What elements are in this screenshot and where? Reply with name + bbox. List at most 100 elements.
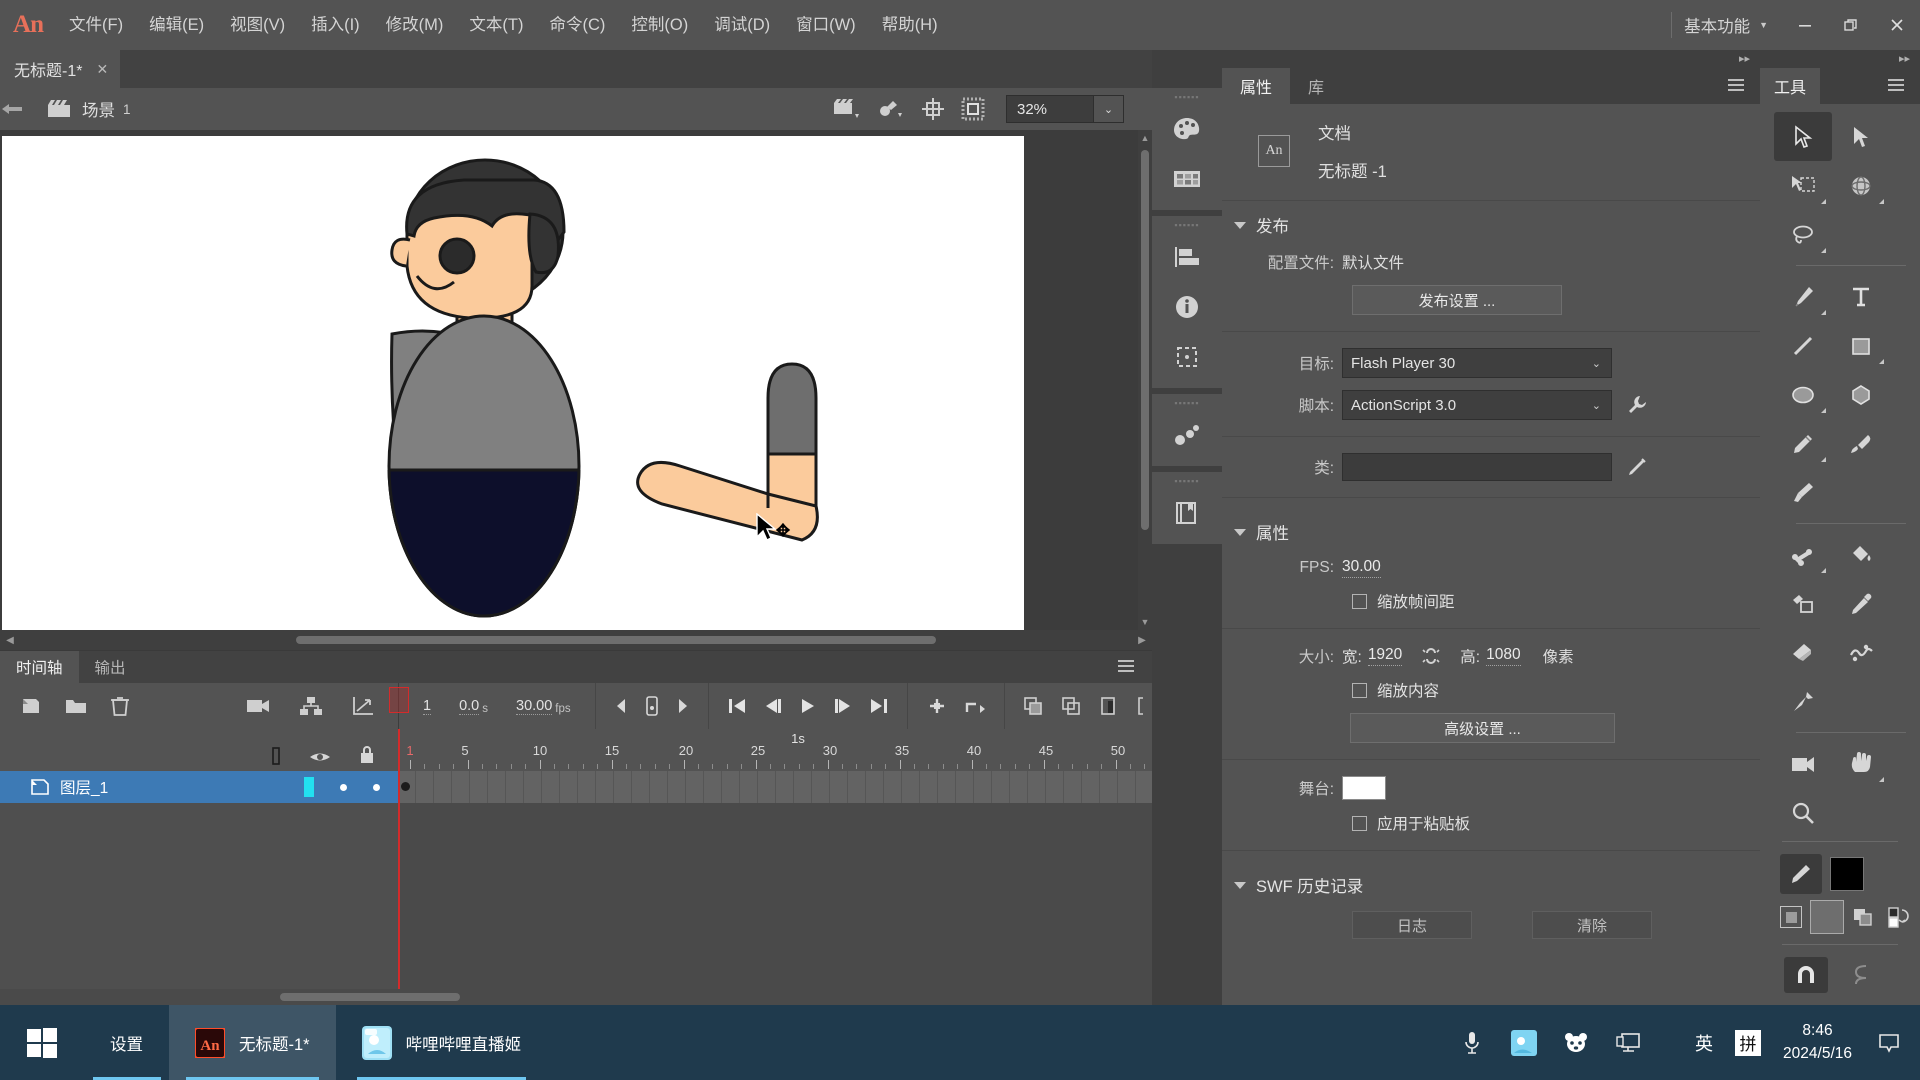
minimize-button[interactable] xyxy=(1782,8,1828,42)
back-arrow-icon[interactable] xyxy=(0,101,46,117)
profile-value[interactable]: 默认文件 xyxy=(1342,251,1404,273)
swf-log-button[interactable]: 日志 xyxy=(1352,911,1472,939)
tool-flyout-indicator[interactable] xyxy=(1879,359,1884,364)
swf-clear-button[interactable]: 清除 xyxy=(1532,911,1652,939)
add-camera-icon[interactable] xyxy=(245,696,271,716)
taskbar-item-bilibili[interactable]: 哔哩哔哩直播姬 xyxy=(336,1005,548,1080)
scroll-right-arrow-icon[interactable]: ▶ xyxy=(1132,635,1152,646)
go-to-first-frame-icon[interactable] xyxy=(727,697,747,715)
workspace-switcher[interactable]: 基本功能 xyxy=(1684,13,1750,37)
panda-icon[interactable] xyxy=(1561,1031,1591,1055)
new-folder-icon[interactable] xyxy=(64,695,88,717)
tab-output[interactable]: 输出 xyxy=(79,651,142,683)
swf-history-section-header[interactable]: SWF 历史记录 xyxy=(1222,861,1760,905)
snap-to-objects-icon[interactable] xyxy=(1784,957,1828,993)
fill-color-swatch[interactable] xyxy=(1810,900,1844,934)
triangle-down-icon[interactable] xyxy=(1234,221,1246,229)
tab-timeline[interactable]: 时间轴 xyxy=(0,651,79,683)
layer-visibility-dot[interactable] xyxy=(340,783,347,791)
bone-tool[interactable] xyxy=(1774,530,1832,579)
width-value[interactable]: 1920 xyxy=(1367,646,1403,666)
restore-button[interactable] xyxy=(1828,8,1874,42)
frames-empty-area[interactable] xyxy=(398,803,1152,1006)
script-select[interactable]: ActionScript 3.0 ⌄ xyxy=(1342,390,1612,420)
width-tool[interactable] xyxy=(1832,628,1890,677)
smooth-tool-icon[interactable] xyxy=(1850,962,1872,988)
close-button[interactable] xyxy=(1874,8,1920,42)
timeline-horizontal-scrollbar[interactable] xyxy=(0,989,1152,1005)
text-tool[interactable] xyxy=(1832,272,1890,321)
menu-view[interactable]: 视图(V) xyxy=(217,0,298,50)
lock-icon[interactable] xyxy=(358,745,376,765)
paint-bucket-tool[interactable] xyxy=(1832,530,1890,579)
tool-flyout-indicator[interactable] xyxy=(1879,777,1884,782)
info-panel-icon[interactable] xyxy=(1152,282,1222,332)
transform-panel-icon[interactable] xyxy=(1152,332,1222,382)
advanced-settings-button[interactable]: 高级设置 ... xyxy=(1350,713,1615,743)
layer-outline-color-swatch[interactable] xyxy=(304,777,314,797)
tool-flyout-indicator[interactable] xyxy=(1821,199,1826,204)
clock[interactable]: 8:46 2024/5/16 xyxy=(1783,1020,1852,1065)
scroll-down-arrow-icon[interactable]: ▼ xyxy=(1138,617,1152,627)
oval-tool[interactable] xyxy=(1774,370,1832,419)
tool-flyout-indicator[interactable] xyxy=(1821,408,1826,413)
go-to-last-frame-icon[interactable] xyxy=(869,697,889,715)
stage-vertical-scrollbar[interactable]: ▲ ▼ xyxy=(1138,130,1152,630)
tool-flyout-indicator[interactable] xyxy=(1821,310,1826,315)
start-button[interactable] xyxy=(0,1005,84,1080)
zoom-dropdown-chevron-icon[interactable]: ⌄ xyxy=(1094,95,1124,123)
library-panel-icon[interactable] xyxy=(1152,488,1222,538)
clip-content-icon[interactable] xyxy=(960,96,986,122)
zoom-level-input[interactable]: 32% xyxy=(1006,95,1094,123)
taskbar-item-settings[interactable]: 设置 xyxy=(84,1005,169,1080)
ink-bottle-tool[interactable] xyxy=(1774,579,1832,628)
swatches-panel-icon[interactable] xyxy=(1152,154,1222,204)
triangle-down-icon[interactable] xyxy=(1234,528,1246,536)
stage-horizontal-scrollbar[interactable]: ◀ ▶ xyxy=(0,630,1152,650)
tool-flyout-indicator[interactable] xyxy=(1821,568,1826,573)
stage-canvas[interactable] xyxy=(2,136,1024,638)
menu-text[interactable]: 文本(T) xyxy=(456,0,536,50)
fps-value[interactable]: 30.00 xyxy=(1342,558,1381,578)
scroll-left-arrow-icon[interactable]: ◀ xyxy=(0,635,20,646)
ime-mode-indicator[interactable]: 拼 xyxy=(1735,1029,1762,1056)
fps-field[interactable]: 30.00 fps xyxy=(510,698,577,715)
display-icon[interactable] xyxy=(1613,1031,1643,1055)
layer-parenting-icon[interactable] xyxy=(299,695,323,717)
taskbar-item-animate[interactable]: An 无标题-1* xyxy=(169,1005,336,1080)
notification-icon[interactable] xyxy=(1874,1031,1904,1055)
scroll-up-arrow-icon[interactable]: ▲ xyxy=(1138,133,1152,143)
panel-menu-icon[interactable] xyxy=(1886,77,1906,93)
rectangle-tool[interactable] xyxy=(1832,321,1890,370)
layer-row-1[interactable]: 图层_1 xyxy=(0,771,398,803)
triangle-down-icon[interactable] xyxy=(1234,881,1246,889)
target-select[interactable]: Flash Player 30 ⌄ xyxy=(1342,348,1612,378)
frame-row-layer-1[interactable] xyxy=(398,771,1152,803)
selection-tool[interactable] xyxy=(1774,112,1832,161)
menu-edit[interactable]: 编辑(E) xyxy=(136,0,217,50)
center-stage-icon[interactable] xyxy=(920,96,946,122)
step-back-icon[interactable] xyxy=(763,697,783,715)
actionscript-settings-wrench-icon[interactable] xyxy=(1626,394,1648,416)
panel-menu-icon[interactable] xyxy=(1116,658,1136,674)
layer-name-label[interactable]: 图层_1 xyxy=(60,776,108,798)
apply-to-pasteboard-checkbox[interactable] xyxy=(1352,815,1367,831)
elapsed-time-field[interactable]: 0.0 s xyxy=(453,698,494,715)
frames-grid[interactable] xyxy=(389,687,1152,1006)
playhead-handle[interactable] xyxy=(389,687,409,713)
more-frame-options-icon[interactable] xyxy=(1135,696,1147,716)
collapse-panels-icon[interactable]: ▸▸ xyxy=(1739,52,1750,65)
pen-tool[interactable] xyxy=(1774,272,1832,321)
motion-presets-panel-icon[interactable] xyxy=(1152,410,1222,460)
stroke-color-pencil-icon[interactable] xyxy=(1780,854,1822,894)
eyedropper-tool[interactable] xyxy=(1832,579,1890,628)
scroll-thumb-timeline[interactable] xyxy=(280,993,460,1001)
eye-visibility-icon[interactable] xyxy=(308,749,332,765)
tool-flyout-indicator[interactable] xyxy=(1821,248,1826,253)
loop-playback-icon[interactable] xyxy=(964,696,986,716)
edit-symbol-icon[interactable] xyxy=(876,97,906,121)
edit-class-pencil-icon[interactable] xyxy=(1626,456,1648,478)
new-layer-icon[interactable] xyxy=(20,695,42,717)
fill-color-small-icon[interactable] xyxy=(1780,906,1802,928)
tool-flyout-indicator[interactable] xyxy=(1821,457,1826,462)
